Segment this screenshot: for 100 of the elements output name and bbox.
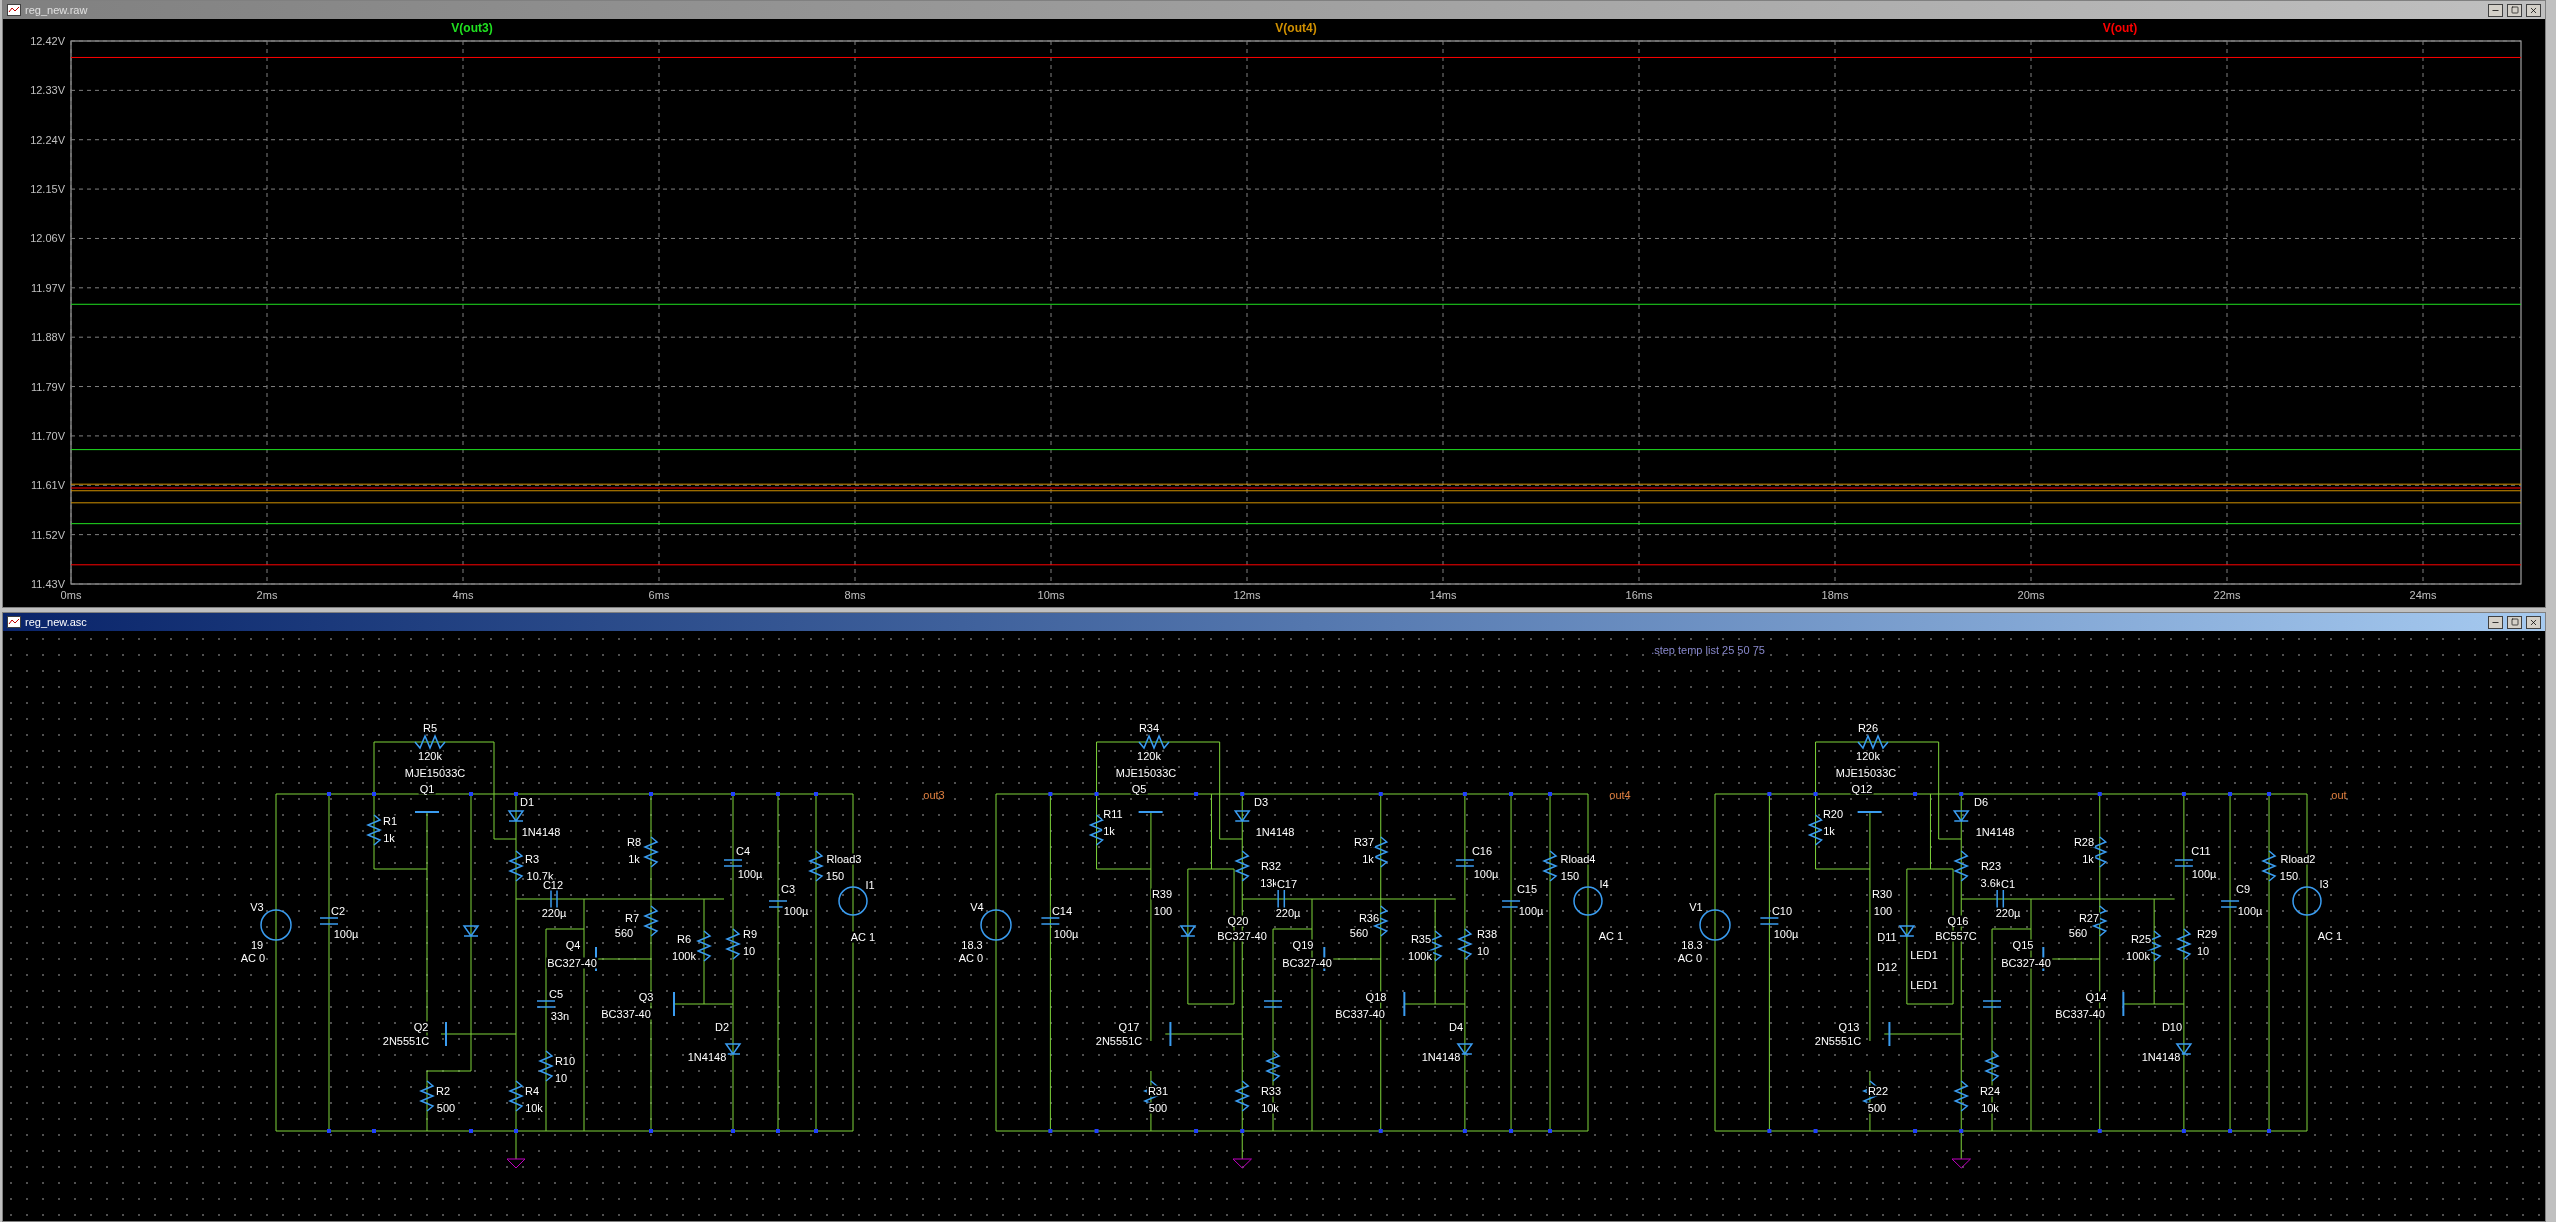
component-label: Q15 bbox=[2011, 939, 2035, 951]
window-icon bbox=[7, 4, 21, 16]
component-label: 1N4148 bbox=[1254, 826, 1296, 838]
component-label: I3 bbox=[2318, 878, 2330, 890]
component-label: AC 0 bbox=[239, 952, 267, 964]
component-label: BC337-40 bbox=[2054, 1008, 2106, 1020]
component-label: D4 bbox=[1447, 1021, 1465, 1033]
x-tick-label: 4ms bbox=[452, 589, 474, 601]
component-label: C2 bbox=[329, 905, 347, 917]
component-label: AC 0 bbox=[957, 952, 985, 964]
y-tick-label: 11.52V bbox=[30, 528, 65, 541]
trace-label[interactable]: V(out) bbox=[2102, 21, 2138, 35]
component-label: R25 bbox=[2129, 933, 2153, 945]
component-label: Rload3 bbox=[825, 853, 863, 865]
component-label: 10 bbox=[741, 945, 757, 957]
component-label: 100 bbox=[1872, 905, 1894, 917]
component-label: 120k bbox=[1855, 750, 1881, 762]
net-label: out bbox=[2331, 789, 2347, 801]
component-label: AC 1 bbox=[1597, 930, 1625, 942]
component-label: Rload4 bbox=[1559, 853, 1597, 865]
component-label: R30 bbox=[1870, 888, 1894, 900]
component-label: Q19 bbox=[1291, 939, 1315, 951]
component-label: R8 bbox=[625, 836, 643, 848]
close-icon bbox=[2529, 5, 2538, 15]
component-label: C11 bbox=[2190, 845, 2212, 857]
component-label: R10 bbox=[553, 1055, 577, 1067]
component-label: 100µ bbox=[332, 928, 360, 940]
component-label: 1N4148 bbox=[2140, 1051, 2182, 1063]
x-tick-label: 16ms bbox=[1625, 589, 1653, 601]
component-label: 1k bbox=[1361, 853, 1375, 865]
component-label: BC337-40 bbox=[1334, 1008, 1386, 1020]
y-tick-label: 11.79V bbox=[30, 380, 65, 393]
component-label: R20 bbox=[1821, 808, 1845, 820]
minimize-button[interactable] bbox=[2488, 615, 2503, 629]
component-label: Q12 bbox=[1850, 783, 1874, 795]
component-label: Q16 bbox=[1946, 915, 1970, 927]
component-label: 100k bbox=[671, 950, 697, 962]
maximize-icon bbox=[2510, 6, 2519, 14]
component-label: R38 bbox=[1475, 928, 1499, 940]
component-label: 100µ bbox=[1052, 928, 1080, 940]
component-label: 120k bbox=[1136, 750, 1162, 762]
component-label: Q2 bbox=[412, 1021, 430, 1033]
component-label: C4 bbox=[734, 845, 752, 857]
x-tick-label: 0ms bbox=[60, 589, 82, 601]
component-label: D11 bbox=[1876, 931, 1898, 943]
component-label: R37 bbox=[1352, 836, 1376, 848]
component-label: R28 bbox=[2072, 836, 2096, 848]
y-tick-label: 12.42V bbox=[30, 35, 65, 47]
component-label: 1N4148 bbox=[520, 826, 562, 838]
component-label: BC327-40 bbox=[2000, 957, 2052, 969]
y-tick-label: 12.15V bbox=[30, 183, 65, 196]
component-label: 19 bbox=[249, 939, 265, 951]
component-label: 10k bbox=[1980, 1102, 2000, 1114]
window-title: reg_new.asc bbox=[25, 614, 87, 630]
component-label: R31 bbox=[1146, 1085, 1170, 1097]
component-label: 560 bbox=[2067, 927, 2089, 939]
component-label: MJE15033C bbox=[1834, 767, 1898, 779]
component-label: 1k bbox=[2081, 853, 2095, 865]
y-tick-label: 11.43V bbox=[30, 578, 65, 590]
close-button[interactable] bbox=[2526, 3, 2541, 17]
component-label: D6 bbox=[1972, 796, 1990, 808]
trace-label[interactable]: V(out3) bbox=[451, 21, 493, 35]
component-label: Q3 bbox=[637, 991, 655, 1003]
component-label: I1 bbox=[864, 879, 876, 891]
y-tick-label: 12.06V bbox=[30, 232, 65, 245]
component-label: V1 bbox=[1688, 901, 1704, 913]
component-label: D12 bbox=[1875, 961, 1899, 973]
component-label: 10 bbox=[553, 1072, 569, 1084]
component-label: 100µ bbox=[2236, 905, 2264, 917]
component-label: 10 bbox=[1475, 945, 1491, 957]
maximize-button[interactable] bbox=[2507, 3, 2522, 17]
minimize-button[interactable] bbox=[2488, 3, 2503, 17]
component-label: C3 bbox=[779, 883, 797, 895]
component-label: 1k bbox=[627, 853, 641, 865]
component-label: R33 bbox=[1259, 1085, 1283, 1097]
component-label: 150 bbox=[1559, 870, 1581, 882]
component-label: AC 1 bbox=[2316, 930, 2344, 942]
y-tick-label: 11.70V bbox=[30, 429, 65, 442]
maximize-icon bbox=[2510, 618, 2519, 626]
component-label: 2N5551C bbox=[1094, 1035, 1144, 1047]
x-tick-label: 12ms bbox=[1233, 589, 1261, 601]
spice-directive: .step temp list 25 50 75 bbox=[1651, 642, 1765, 658]
component-label: 1k bbox=[382, 832, 396, 844]
component-label: R32 bbox=[1259, 860, 1283, 872]
component-label: Q4 bbox=[564, 939, 582, 951]
window-icon bbox=[7, 616, 21, 628]
y-tick-label: 12.24V bbox=[30, 133, 65, 146]
component-label: 18.3 bbox=[960, 939, 984, 951]
component-label: R24 bbox=[1978, 1085, 2002, 1097]
component-label: BC327-40 bbox=[1216, 930, 1268, 942]
component-label: D2 bbox=[713, 1021, 731, 1033]
trace-label[interactable]: V(out4) bbox=[1275, 21, 1317, 35]
component-label: 150 bbox=[2278, 870, 2300, 882]
close-button[interactable] bbox=[2526, 615, 2541, 629]
x-tick-label: 2ms bbox=[256, 589, 278, 601]
component-label: 220µ bbox=[1274, 907, 1302, 919]
component-label: BC327-40 bbox=[1281, 957, 1333, 969]
component-label: 1N4148 bbox=[686, 1051, 728, 1063]
component-label: 33n bbox=[549, 1010, 571, 1022]
maximize-button[interactable] bbox=[2507, 615, 2522, 629]
